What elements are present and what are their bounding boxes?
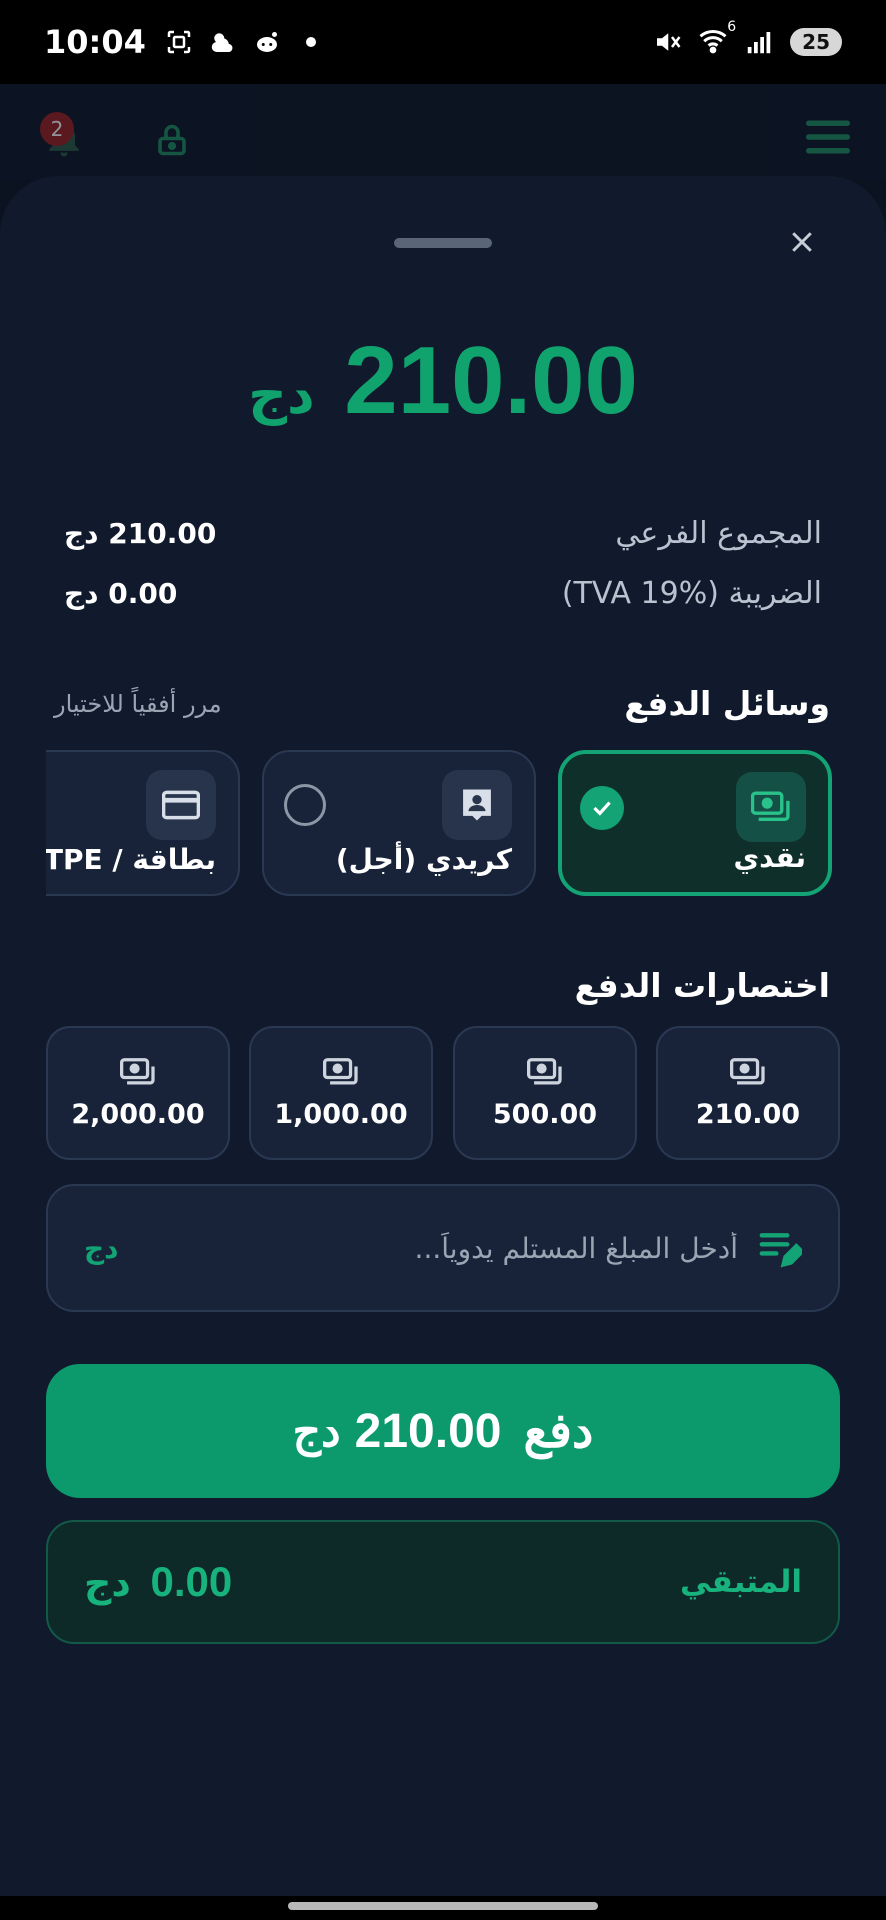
payment-methods-hint: مرر أفقياً للاختيار (54, 690, 222, 718)
system-nav-bar (0, 1896, 886, 1920)
payment-method-cash[interactable]: نقدي (558, 750, 832, 896)
payment-method-label: بطاقة / TPE (46, 843, 216, 876)
payment-shortcuts-title: اختصارات الدفع (574, 966, 830, 1005)
shortcut-button[interactable]: 210.00 (656, 1026, 840, 1160)
mute-icon (657, 33, 681, 51)
cash-icon (527, 1057, 562, 1085)
payment-method-label: كريدي (أجل) (335, 843, 512, 876)
method-icon-box (442, 770, 512, 840)
cash-icon (751, 791, 790, 821)
status-right-icons: 6 25 (652, 19, 842, 59)
subtotal-row: المجموع الفرعي 210.00 دج (64, 516, 822, 551)
close-icon (792, 232, 812, 252)
manual-amount-field[interactable]: دج (46, 1184, 840, 1312)
home-gesture-pill[interactable] (288, 1902, 598, 1910)
payment-methods-carousel[interactable]: نقدي كريدي (أجل) بطاقة / TPE (46, 750, 840, 900)
total-value: 210.00 (344, 327, 638, 434)
subtotal-label: المجموع الفرعي (615, 516, 822, 551)
signal-icon (747, 32, 771, 54)
shortcut-amount: 2,000.00 (71, 1098, 205, 1130)
weather-icon (211, 33, 233, 52)
close-button[interactable] (782, 222, 822, 262)
remaining-value: 0.00 (150, 1558, 233, 1605)
manual-currency: دج (84, 1231, 119, 1265)
payment-shortcuts: 210.00 500.00 1,000.00 2,000.00 (46, 1026, 840, 1160)
edit-list-icon (759, 1233, 802, 1268)
tax-label: الضريبة (TVA 19%) (561, 576, 822, 611)
notification-badge: 2 (40, 112, 74, 146)
payment-methods-title: وسائل الدفع (624, 684, 830, 723)
contact-icon (463, 789, 491, 821)
pay-button-currency: دج (292, 1406, 341, 1456)
menu-icon (806, 120, 850, 154)
payment-method-label: نقدي (733, 841, 806, 874)
shortcut-button[interactable]: 2,000.00 (46, 1026, 230, 1160)
credit-card-icon (162, 790, 200, 820)
selected-check (580, 786, 624, 830)
status-bar: 10:04 6 25 (0, 0, 886, 84)
shortcut-amount: 500.00 (492, 1098, 598, 1130)
reddit-icon (256, 32, 277, 52)
pay-button[interactable]: دفع 210.00 دج (46, 1364, 840, 1498)
remaining-box: المتبقي 0.00 دج (46, 1520, 840, 1644)
pay-button-label: دفع (523, 1405, 594, 1458)
subtotal-value: 210.00 دج (64, 517, 217, 550)
tax-row: الضريبة (TVA 19%) 0.00 دج (64, 576, 822, 611)
status-time: 10:04 (44, 23, 146, 61)
cash-icon (323, 1057, 358, 1085)
total-amount: 210.00 دج (0, 326, 886, 436)
cash-icon (120, 1057, 155, 1085)
sheet-drag-handle[interactable] (394, 238, 492, 248)
shortcut-amount: 210.00 (695, 1098, 801, 1130)
screenshot-icon (167, 30, 191, 54)
cash-icon (730, 1057, 765, 1085)
shortcut-amount: 1,000.00 (274, 1098, 408, 1130)
method-icon-box (736, 772, 806, 842)
pay-button-amount: 210.00 (354, 1404, 502, 1458)
wifi-icon (699, 29, 727, 54)
shortcut-button[interactable]: 1,000.00 (249, 1026, 433, 1160)
radio-unselected (284, 784, 326, 826)
background-app-header: 2 (0, 84, 886, 180)
total-currency: دج (248, 363, 315, 426)
lock-icon (158, 124, 186, 156)
battery-indicator: 25 (790, 28, 842, 56)
remaining-label: المتبقي (679, 1564, 802, 1600)
payment-method-credit[interactable]: كريدي (أجل) (262, 750, 536, 896)
check-icon (593, 801, 611, 816)
manual-amount-input[interactable] (118, 1231, 738, 1265)
method-icon-box (146, 770, 216, 840)
payment-method-card[interactable]: بطاقة / TPE (46, 750, 240, 896)
wifi-badge: 6 (727, 19, 737, 35)
dot-icon (305, 37, 316, 47)
tax-value: 0.00 دج (64, 577, 178, 610)
remaining-currency: دج (84, 1561, 131, 1605)
remaining-amount-group: 0.00 دج (84, 1558, 232, 1606)
shortcut-button[interactable]: 500.00 (453, 1026, 637, 1160)
status-left-icons (164, 27, 326, 57)
wifi-status: 6 (698, 19, 736, 59)
payment-sheet: 210.00 دج المجموع الفرعي 210.00 دج الضري… (0, 176, 886, 1896)
